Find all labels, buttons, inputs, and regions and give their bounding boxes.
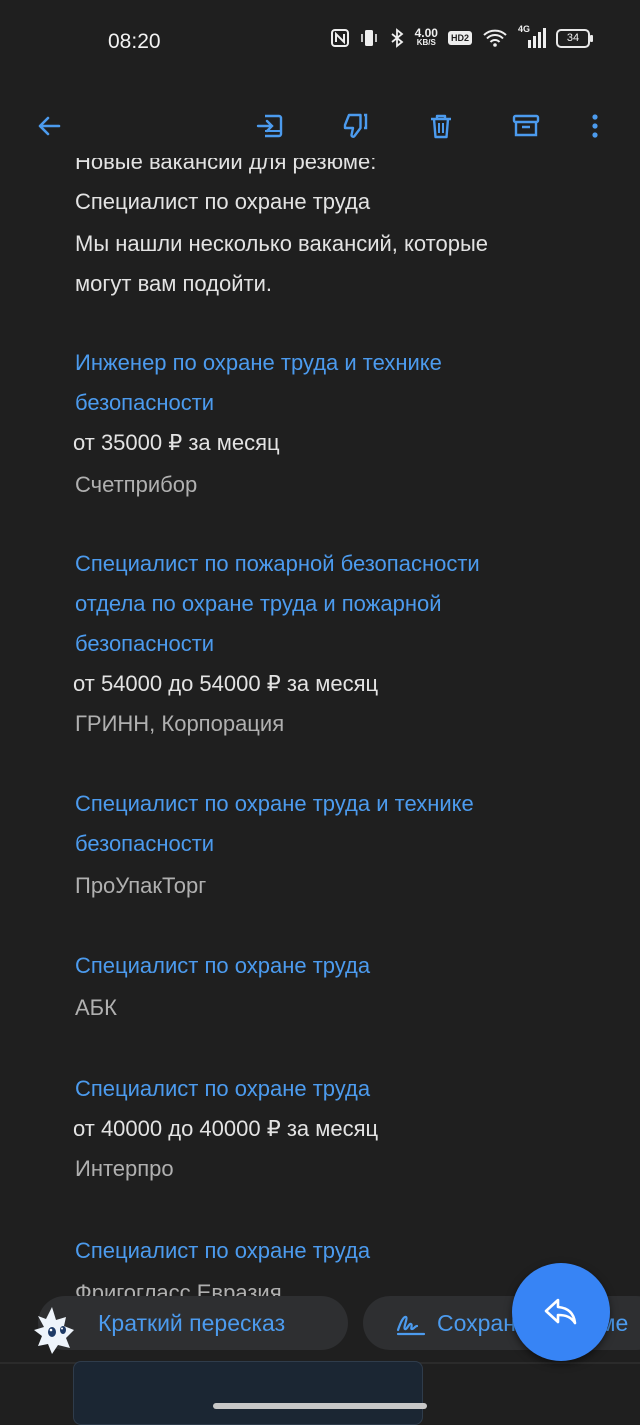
- vacancy-title-link[interactable]: отдела по охране труда и пожарной: [75, 584, 480, 624]
- email-toolbar: [0, 86, 640, 158]
- reply-icon: [544, 1298, 577, 1325]
- email-body[interactable]: Новые вакансии для резюме: Специалист по…: [0, 140, 640, 1300]
- intro-line-1: Мы нашли несколько вакансий, которые: [75, 231, 488, 256]
- vacancy-company: ГРИНН, Корпорация: [75, 711, 285, 736]
- vacancy-item: Инженер по охране труда и технике безопа…: [73, 343, 442, 505]
- move-to-button[interactable]: [252, 108, 288, 144]
- reply-fab[interactable]: [512, 1263, 610, 1361]
- vacancy-title-link[interactable]: Специалист по охране труда и технике: [75, 784, 474, 824]
- archive-icon: [512, 114, 540, 137]
- vacancy-title-link[interactable]: Инженер по охране труда и технике: [75, 343, 442, 383]
- dislike-button[interactable]: [337, 108, 373, 144]
- battery-icon: 34: [556, 28, 593, 48]
- nfc-icon: [330, 29, 349, 47]
- more-vert-icon: [592, 114, 598, 138]
- vacancy-title-link[interactable]: безопасности: [75, 383, 442, 423]
- delete-button[interactable]: [423, 108, 459, 144]
- vacancy-salary: от 40000 до 40000 ₽ за месяц: [73, 1116, 379, 1141]
- status-bar: 08:20 4.00 KB/S HD2 4G 34: [0, 0, 640, 86]
- summary-chip-label: Краткий пересказ: [98, 1309, 286, 1336]
- vacancy-company: ПроУпакТорг: [75, 873, 207, 898]
- signal-icon: [528, 28, 546, 48]
- thumbs-down-icon: [343, 113, 368, 138]
- vacancy-title-link[interactable]: Специалист по охране труда: [75, 1231, 370, 1271]
- intro-line-2: могут вам подойти.: [75, 271, 272, 296]
- hd-icon: HD2: [447, 31, 472, 45]
- vacancy-title-link[interactable]: Специалист по пожарной безопасности: [75, 544, 480, 584]
- vacancy-title-link[interactable]: безопасности: [75, 624, 480, 664]
- status-time: 08:20: [108, 30, 161, 53]
- more-options-button[interactable]: [580, 108, 610, 144]
- vacancy-salary: от 35000 ₽ за месяц: [73, 430, 280, 455]
- back-arrow-icon: [38, 116, 61, 136]
- vacancy-company: АБК: [75, 995, 117, 1020]
- vacancy-title-link[interactable]: Специалист по охране труда: [75, 946, 370, 986]
- assistant-bot-icon[interactable]: [28, 1302, 84, 1358]
- vacancy-title-link[interactable]: безопасности: [75, 824, 474, 864]
- back-button[interactable]: [31, 108, 67, 144]
- archive-button[interactable]: [508, 108, 544, 144]
- vacancy-item: Специалист по охране труда Фригогласс Ев…: [75, 1231, 370, 1300]
- home-indicator[interactable]: [213, 1403, 427, 1409]
- vacancy-title-link[interactable]: Специалист по охране труда: [75, 1069, 378, 1109]
- vacancy-company: Интерпро: [75, 1156, 174, 1181]
- move-to-inbox-icon: [256, 114, 283, 138]
- bluetooth-icon: [391, 28, 404, 48]
- vacancy-item: Специалист по охране труда и технике без…: [75, 784, 474, 906]
- vacancy-item: Специалист по охране труда от 40000 до 4…: [73, 1069, 379, 1189]
- status-icons: 4.00 KB/S HD2 4G 34: [330, 24, 593, 48]
- vacancy-item: Специалист по пожарной безопасности отде…: [73, 544, 480, 744]
- resume-position: Специалист по охране труда: [75, 189, 371, 214]
- summary-chip[interactable]: Краткий пересказ: [38, 1296, 348, 1350]
- vacancy-salary: от 54000 до 54000 ₽ за месяц: [73, 671, 379, 696]
- vacancy-item: Специалист по охране труда АБК: [75, 946, 370, 1028]
- vacancy-company: Счетприбор: [75, 472, 198, 497]
- network-speed: 4.00 KB/S: [414, 26, 438, 47]
- vibrate-icon: [360, 30, 377, 46]
- pen-signature-icon: [396, 1315, 426, 1336]
- signal-4g: 4G: [518, 24, 546, 48]
- bottom-preview-card[interactable]: [73, 1361, 423, 1425]
- trash-icon: [431, 114, 451, 139]
- wifi-icon: [483, 29, 507, 47]
